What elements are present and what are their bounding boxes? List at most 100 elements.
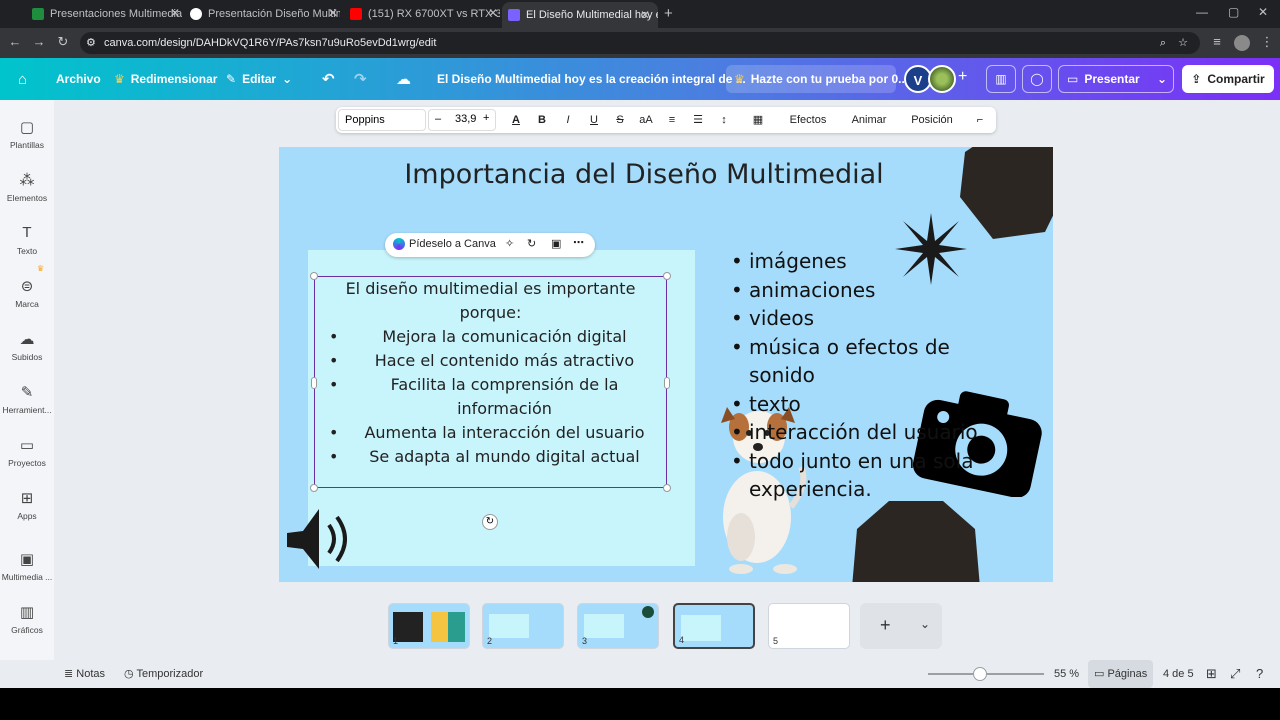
resize-handle[interactable] (310, 484, 318, 492)
reload-icon[interactable]: ↻ (54, 34, 72, 50)
sidebar-item-templates[interactable]: ▢ Plantillas (0, 118, 54, 150)
page-thumbnail-5[interactable]: 5 (768, 603, 850, 649)
resize-handle[interactable] (310, 272, 318, 280)
site-info-icon[interactable]: ⚙ (86, 32, 96, 54)
underline-icon[interactable]: U (586, 107, 602, 133)
slide-title[interactable]: Importancia del Diseño Multimedial (279, 159, 1009, 190)
page-thumbnail-1[interactable]: 1 (388, 603, 470, 649)
file-menu[interactable]: Archivo (56, 58, 101, 100)
page-thumbnail-4-current[interactable]: 4 (673, 603, 755, 649)
edit-menu[interactable]: ✎ Editar ⌄ (226, 58, 292, 100)
ask-canva-button[interactable]: Pídeselo a Canva (409, 238, 496, 250)
forward-icon[interactable]: → (30, 34, 48, 49)
chevron-down-icon[interactable]: ⌄ (920, 617, 930, 631)
zoom-value[interactable]: 55 % (1054, 660, 1079, 688)
bold-icon[interactable]: B (534, 107, 550, 133)
add-page-button[interactable]: + ⌄ (860, 603, 942, 649)
chevron-down-icon[interactable]: ⌄ (1157, 72, 1167, 86)
sidebar-item-media[interactable]: ▣ Multimedia ... (0, 550, 54, 582)
sidebar-item-elements[interactable]: ⁂ Elementos (0, 171, 54, 203)
extensions-icon[interactable]: ≡ (1208, 34, 1226, 49)
page-thumbnail-2[interactable]: 2 (482, 603, 564, 649)
notes-button[interactable]: ≣ Notas (64, 660, 105, 688)
zoom-slider-handle[interactable] (973, 667, 987, 681)
browser-tab[interactable]: Presentaciones Multimediales ( ✕ (32, 4, 182, 24)
animate-button[interactable]: Animar (844, 107, 894, 133)
present-button[interactable]: ▭ Presentar ⌄ (1058, 65, 1174, 93)
timer-button[interactable]: ◷ Temporizador (124, 660, 203, 688)
copy-style-icon[interactable]: ⌐ (972, 107, 988, 133)
sidebar-item-text[interactable]: T Texto (0, 224, 54, 256)
font-size-value[interactable]: 33,9 (455, 113, 476, 125)
spacing-icon[interactable]: ↕ (716, 107, 732, 133)
resize-button[interactable]: ♛ Redimensionar (114, 58, 217, 100)
back-icon[interactable]: ← (6, 34, 24, 49)
resize-handle[interactable] (664, 377, 670, 389)
share-button[interactable]: ⇪ Compartir (1182, 65, 1274, 93)
home-button[interactable]: ⌂ (18, 58, 27, 100)
decrease-size-button[interactable]: – (435, 113, 441, 125)
sidebar-item-charts[interactable]: ▥ Gráficos (0, 603, 54, 635)
thumb-preview (431, 612, 465, 642)
maximize-icon[interactable]: ▢ (1228, 5, 1239, 19)
refresh-icon[interactable]: ↻ (527, 237, 536, 250)
promo-button[interactable]: ♛ Hazte con tu prueba por 0... (726, 65, 908, 93)
effects-button[interactable]: Efectos (782, 107, 834, 133)
case-icon[interactable]: aA (636, 107, 656, 133)
profile-avatar[interactable] (1234, 35, 1250, 51)
sidebar-item-brand[interactable]: ⊜ Marca (0, 277, 54, 309)
collaborator-avatar[interactable] (928, 65, 956, 93)
close-tab-icon[interactable]: ✕ (168, 6, 182, 20)
grid-view-icon[interactable]: ⊞ (1206, 660, 1217, 688)
bookmark-icon[interactable]: ☆ (1178, 32, 1188, 54)
help-icon[interactable]: ? (1256, 660, 1263, 688)
new-tab-icon[interactable]: + (664, 5, 673, 22)
sidebar-item-projects[interactable]: ▭ Proyectos (0, 436, 54, 468)
close-window-icon[interactable]: ✕ (1258, 5, 1268, 19)
browser-tab-active[interactable]: El Diseño Multimedial hoy es la ✕ (502, 2, 658, 28)
sidebar-item-tools[interactable]: ✎ Herramient... (0, 383, 54, 415)
zoom-icon[interactable]: ⌕ (1160, 32, 1166, 54)
sidebar-item-uploads[interactable]: ☁ Subidos (0, 330, 54, 362)
close-tab-icon[interactable]: ✕ (638, 8, 652, 22)
fullscreen-icon[interactable]: ⤢ (1230, 660, 1240, 688)
document-title[interactable]: El Diseño Multimedial hoy es la creación… (437, 58, 746, 100)
list-icon[interactable]: ☰ (690, 107, 706, 133)
transparency-icon[interactable]: ▦ (750, 107, 766, 133)
font-select[interactable]: Poppins (338, 109, 426, 131)
position-button[interactable]: Posición (904, 107, 960, 133)
increase-size-button[interactable]: + (483, 112, 489, 124)
tab-label: Presentaciones Multimediales ( (50, 8, 182, 20)
redo-button[interactable]: ↷ (354, 58, 367, 100)
url-field[interactable]: ⚙ canva.com/design/DAHDkVQ1R6Y/PAs7ksn7u… (80, 32, 1200, 54)
insights-button[interactable]: ▥ (986, 65, 1016, 93)
browser-tab[interactable]: (151) RX 6700XT vs RTX 3070 T ✕ (350, 4, 500, 24)
close-tab-icon[interactable]: ✕ (326, 6, 340, 20)
resize-handle[interactable] (663, 272, 671, 280)
minimize-icon[interactable]: — (1196, 5, 1208, 19)
magic-edit-icon[interactable]: ✧ (505, 237, 514, 250)
rotate-handle-icon[interactable]: ↻ (482, 514, 498, 530)
undo-button[interactable]: ↶ (322, 58, 335, 100)
slide-canvas[interactable]: Importancia del Diseño Multimedial Pídes… (279, 147, 1053, 582)
align-icon[interactable]: ≡ (664, 107, 680, 133)
strikethrough-icon[interactable]: S (612, 107, 628, 133)
plus-collaborator-icon[interactable]: + (958, 68, 967, 86)
text-color-icon[interactable]: A (508, 107, 524, 133)
elements-list[interactable]: imágenes animaciones videos música o efe… (731, 247, 991, 504)
more-options-icon[interactable]: ⋯ (573, 236, 584, 249)
menu-icon[interactable]: ⋮ (1258, 34, 1276, 50)
italic-icon[interactable]: I (560, 107, 576, 133)
pages-button[interactable]: ▭ Páginas (1088, 660, 1154, 688)
close-tab-icon[interactable]: ✕ (486, 6, 500, 20)
lock-icon[interactable]: ▣ (551, 237, 561, 250)
zoom-slider[interactable] (928, 667, 1044, 681)
cloud-save-button[interactable]: ☁ (396, 58, 411, 100)
browser-tab[interactable]: Presentación Diseño Multimedi ✕ (190, 4, 340, 24)
page-thumbnail-3[interactable]: 3 (577, 603, 659, 649)
comments-button[interactable]: ◯ (1022, 65, 1052, 93)
resize-handle[interactable] (311, 377, 317, 389)
sidebar-item-apps[interactable]: ⊞ Apps (0, 489, 54, 521)
selected-textbox[interactable]: El diseño multimedial es importante porq… (310, 272, 671, 492)
resize-handle[interactable] (663, 484, 671, 492)
